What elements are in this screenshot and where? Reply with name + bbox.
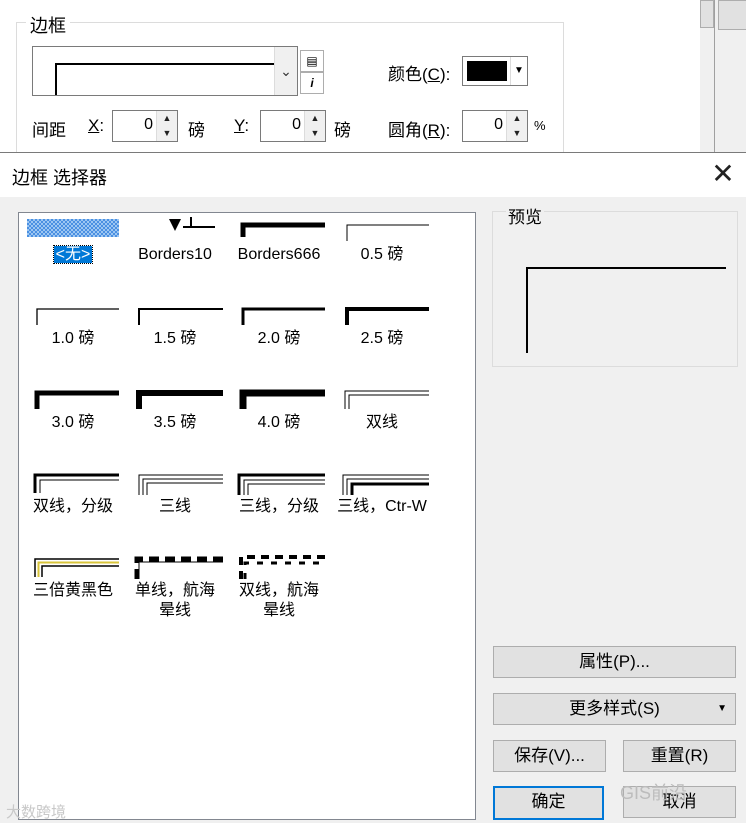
x-stepper[interactable]: ▲ ▼ (156, 111, 177, 141)
color-swatch (467, 61, 507, 81)
border-item-label: 0.5 磅 (360, 246, 404, 263)
dropdown-arrow-icon: ▼ (510, 57, 527, 85)
border-item-double-graded[interactable]: 双线，分级 (23, 465, 123, 549)
corner-unit: % (534, 118, 546, 133)
up-arrow-icon[interactable]: ▲ (305, 111, 325, 126)
border-item-3-5[interactable]: 3.5 磅 (125, 381, 225, 465)
border-item-label: 单线，航海晕线 (134, 582, 215, 619)
border-item-1-0[interactable]: 1.0 磅 (23, 297, 123, 381)
dropdown-button[interactable] (700, 0, 714, 28)
close-icon[interactable]: ✕ (708, 159, 738, 189)
border-item-triple-yellow-black[interactable]: 三倍黄黑色 (23, 549, 123, 633)
info-icon-button[interactable]: i (300, 72, 324, 94)
corner-spinner[interactable]: 0 ▲ ▼ (462, 110, 528, 142)
border-item-label: 1.5 磅 (153, 330, 197, 347)
dialog-title: 边框 选择器 (12, 168, 108, 188)
chevron-down-icon[interactable]: ⌄ (274, 47, 297, 95)
dropdown-arrow-icon: ▼ (717, 703, 727, 714)
reset-button[interactable]: 重置(R) (623, 740, 736, 772)
border-item-single-nautical[interactable]: 单线，航海晕线 (125, 549, 225, 633)
border-item-none[interactable]: <无> (23, 213, 123, 297)
corner-stepper[interactable]: ▲ ▼ (506, 111, 527, 141)
border-item-borders10[interactable]: Borders10 (125, 213, 225, 297)
up-arrow-icon[interactable]: ▲ (507, 111, 527, 126)
border-item-label: 三线，分级 (238, 498, 319, 515)
title-bar: 边框 选择器 ✕ (0, 153, 746, 197)
corner-label: 圆角(R): (388, 121, 451, 140)
spacing-label: 间距 (32, 121, 66, 140)
border-item-label: Borders10 (138, 246, 212, 263)
up-arrow-icon[interactable]: ▲ (157, 111, 177, 126)
border-list[interactable]: <无> Borders10 Borders666 0.5 磅 1.0 磅 1.5… (18, 212, 476, 820)
border-properties-panel: 边框 ⌄ ▤ i 颜色(C): ▼ 间距 X: 0 ▲ ▼ 磅 Y: 0 ▲ ▼ 磅… (0, 0, 700, 164)
y-value[interactable]: 0 (261, 116, 301, 134)
border-item-2-0[interactable]: 2.0 磅 (229, 297, 329, 381)
border-item-label: 三线，Ctr-W (337, 498, 427, 515)
color-picker[interactable]: ▼ (462, 56, 528, 86)
y-label: Y: (234, 116, 250, 135)
border-item-label: <无> (52, 245, 94, 264)
down-arrow-icon[interactable]: ▼ (305, 126, 325, 141)
save-button[interactable]: 保存(V)... (493, 740, 606, 772)
x-label: X: (88, 116, 105, 135)
down-arrow-icon[interactable]: ▼ (157, 126, 177, 141)
border-item-triple-ctrw[interactable]: 三线，Ctr-W (332, 465, 432, 549)
watermark-right: GIS前沿 (620, 783, 688, 803)
border-item-label: 双线 (365, 414, 398, 431)
x-unit: 磅 (188, 121, 205, 140)
y-stepper[interactable]: ▲ ▼ (304, 111, 325, 141)
preview-label: 预览 (506, 203, 544, 228)
border-style-combo[interactable]: ⌄ (32, 46, 298, 96)
border-item-label: 三倍黄黑色 (32, 582, 113, 599)
border-item-label: 2.0 磅 (257, 330, 301, 347)
border-style-preview (55, 63, 277, 95)
ok-button[interactable]: 确定 (493, 786, 604, 820)
border-item-triple[interactable]: 三线 (125, 465, 225, 549)
divider (714, 0, 715, 155)
border-item-4-0[interactable]: 4.0 磅 (229, 381, 329, 465)
border-item-label: 双线，航海晕线 (238, 582, 319, 619)
border-item-double[interactable]: 双线 (332, 381, 432, 465)
border-item-label: 2.5 磅 (360, 330, 404, 347)
border-item-3-0[interactable]: 3.0 磅 (23, 381, 123, 465)
color-label: 颜色(C): (388, 65, 451, 84)
border-item-label: 4.0 磅 (257, 414, 301, 431)
border-item-borders666[interactable]: Borders666 (229, 213, 329, 297)
y-spinner[interactable]: 0 ▲ ▼ (260, 110, 326, 142)
border-item-label: 三线 (158, 498, 191, 515)
right-edge-controls (700, 0, 746, 155)
preview-border (526, 267, 726, 353)
more-styles-button[interactable]: 更多样式(S) ▼ (493, 693, 736, 725)
border-item-label: 1.0 磅 (51, 330, 95, 347)
side-button[interactable] (718, 0, 746, 30)
properties-button[interactable]: 属性(P)... (493, 646, 736, 678)
border-group-title: 边框 (26, 12, 70, 38)
x-spinner[interactable]: 0 ▲ ▼ (112, 110, 178, 142)
border-item-label: 3.5 磅 (153, 414, 197, 431)
border-item-label: 3.0 磅 (51, 414, 95, 431)
more-styles-label: 更多样式(S) (569, 699, 660, 718)
corner-value[interactable]: 0 (463, 116, 503, 134)
watermark-left: 大数跨境 (6, 804, 67, 821)
border-item-double-nautical[interactable]: 双线，航海晕线 (229, 549, 329, 633)
border-item-2-5[interactable]: 2.5 磅 (332, 297, 432, 381)
y-unit: 磅 (334, 121, 351, 140)
border-item-label: 双线，分级 (32, 498, 113, 515)
x-value[interactable]: 0 (113, 116, 153, 134)
border-item-label: Borders666 (237, 246, 321, 263)
border-selector-dialog: 边框 选择器 ✕ <无> Borders10 Borders666 0.5 磅 … (0, 152, 746, 823)
down-arrow-icon[interactable]: ▼ (507, 126, 527, 141)
border-item-triple-graded[interactable]: 三线，分级 (229, 465, 329, 549)
border-list-icon-button[interactable]: ▤ (300, 50, 324, 72)
border-item-0-5[interactable]: 0.5 磅 (332, 213, 432, 297)
border-item-1-5[interactable]: 1.5 磅 (125, 297, 225, 381)
